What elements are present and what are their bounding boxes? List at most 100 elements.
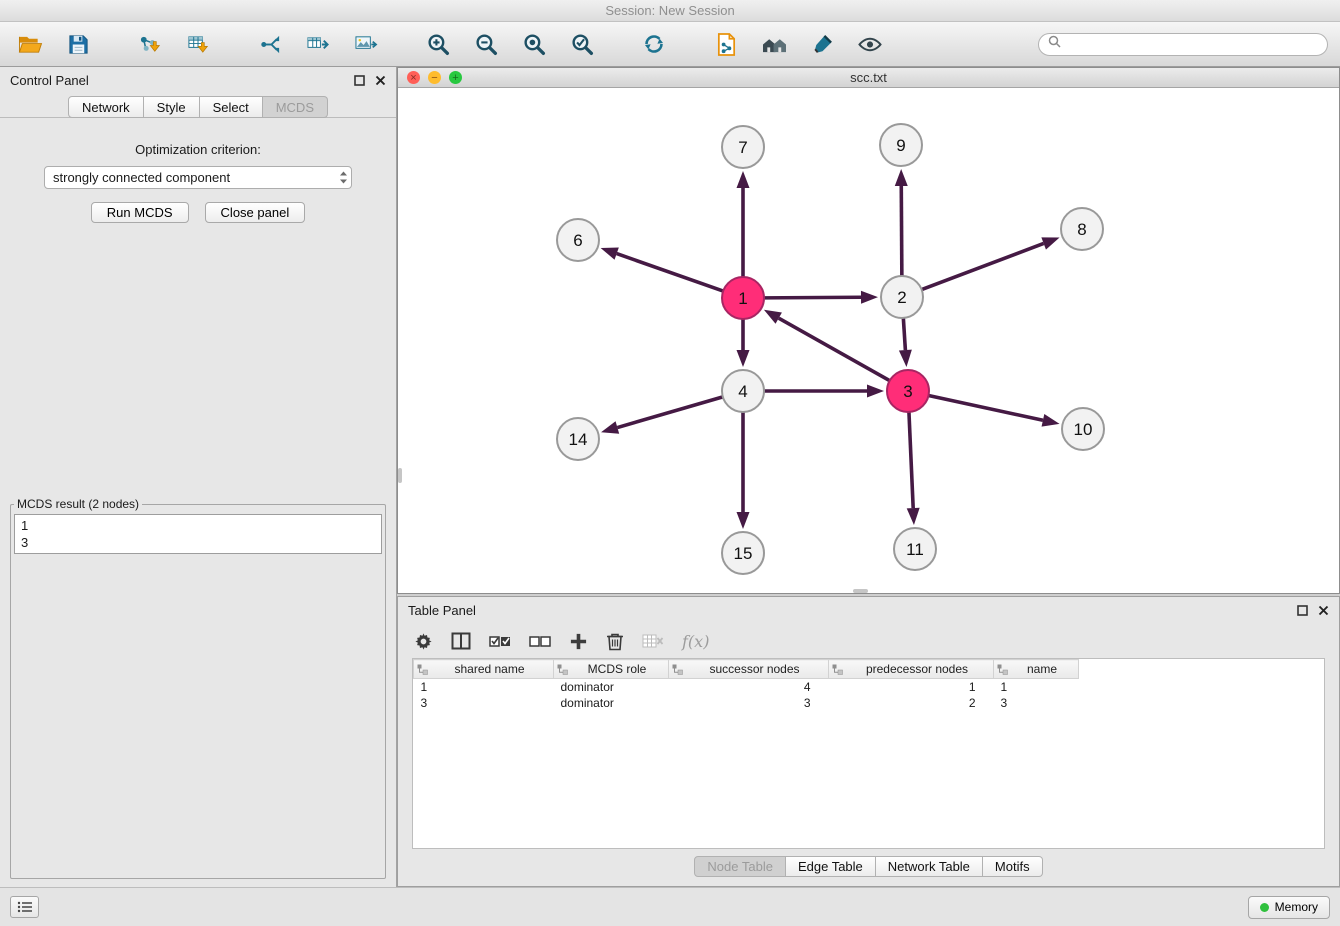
tab-mcds[interactable]: MCDS <box>263 96 328 118</box>
tab-network[interactable]: Network <box>68 96 144 118</box>
column-header-mcds-role[interactable]: MCDS role <box>554 660 669 679</box>
panel-menu-button[interactable] <box>10 896 39 918</box>
graph-node-label: 8 <box>1077 220 1086 239</box>
mcds-result-item[interactable]: 1 <box>21 517 375 534</box>
memory-status-dot <box>1260 903 1269 912</box>
graph-edge[interactable] <box>764 385 884 398</box>
tab-network-table[interactable]: Network Table <box>876 856 983 877</box>
close-window-icon[interactable]: × <box>407 71 420 84</box>
graph-node[interactable]: 10 <box>1062 408 1104 450</box>
table-cell[interactable]: 4 <box>669 679 829 695</box>
table-body: 1dominator4113dominator323 <box>414 679 1079 711</box>
column-header-predecessor-nodes[interactable]: predecessor nodes <box>829 660 994 679</box>
table-cell[interactable]: dominator <box>554 679 669 695</box>
network-from-selection-icon[interactable] <box>252 27 288 61</box>
tab-style[interactable]: Style <box>144 96 200 118</box>
table-cell[interactable]: 1 <box>829 679 994 695</box>
network-canvas[interactable]: 7 9 6 8 1 2 4 3 14 10 15 11 <box>398 88 1339 593</box>
close-panel-icon[interactable] <box>375 75 386 86</box>
graph-edge[interactable] <box>899 318 912 367</box>
search-box[interactable] <box>1038 33 1328 56</box>
float-table-panel-icon[interactable] <box>1297 605 1308 616</box>
add-row-icon[interactable] <box>569 632 588 651</box>
graph-node[interactable]: 9 <box>880 124 922 166</box>
close-table-panel-icon[interactable] <box>1318 605 1329 616</box>
panel-spacer <box>8 223 388 497</box>
show-hide-icon[interactable] <box>852 27 888 61</box>
graph-node-label: 1 <box>738 289 747 308</box>
graph-node[interactable]: 2 <box>881 276 923 318</box>
graph-node[interactable]: 7 <box>722 126 764 168</box>
first-neighbors-icon[interactable] <box>756 27 792 61</box>
function-icon[interactable]: f(x) <box>682 632 709 651</box>
clipboard-network-icon[interactable] <box>708 27 744 61</box>
tab-node-table[interactable]: Node Table <box>694 856 786 877</box>
mcds-buttons: Run MCDS Close panel <box>8 202 388 223</box>
zoom-fit-icon[interactable] <box>516 27 552 61</box>
graph-node[interactable]: 3 <box>887 370 929 412</box>
graph-edge[interactable] <box>929 395 1060 426</box>
tab-motifs[interactable]: Motifs <box>983 856 1043 877</box>
table-row[interactable]: 1dominator411 <box>414 679 1079 695</box>
column-label: name <box>1027 662 1057 676</box>
graph-edge[interactable] <box>895 169 908 276</box>
zoom-in-icon[interactable] <box>420 27 456 61</box>
select-none-icon[interactable] <box>529 633 551 649</box>
graph-edge[interactable] <box>601 247 724 291</box>
graph-node[interactable]: 11 <box>894 528 936 570</box>
column-header-name[interactable]: name <box>994 660 1079 679</box>
import-table-icon[interactable] <box>180 27 216 61</box>
table-cell[interactable]: 3 <box>994 695 1079 711</box>
horizontal-scrollbar-thumb[interactable] <box>853 589 868 593</box>
import-network-icon[interactable] <box>132 27 168 61</box>
export-image-icon[interactable] <box>348 27 384 61</box>
graph-node[interactable]: 4 <box>722 370 764 412</box>
table-cell[interactable]: 3 <box>414 695 554 711</box>
column-header-shared-name[interactable]: shared name <box>414 660 554 679</box>
split-column-icon[interactable] <box>451 632 471 650</box>
tab-edge-table[interactable]: Edge Table <box>786 856 876 877</box>
table-row[interactable]: 3dominator323 <box>414 695 1079 711</box>
graph-edge[interactable] <box>764 291 878 304</box>
graph-node[interactable]: 1 <box>722 277 764 319</box>
table-cell[interactable]: 2 <box>829 695 994 711</box>
toolbar-separator <box>108 29 120 59</box>
run-mcds-button[interactable]: Run MCDS <box>91 202 189 223</box>
search-input[interactable] <box>1066 37 1318 52</box>
table-cell[interactable]: dominator <box>554 695 669 711</box>
zoom-out-icon[interactable] <box>468 27 504 61</box>
delete-icon[interactable] <box>606 631 624 651</box>
zoom-window-icon[interactable]: + <box>449 71 462 84</box>
graph-edge[interactable] <box>601 397 723 434</box>
tab-select[interactable]: Select <box>200 96 263 118</box>
mcds-result-item[interactable]: 3 <box>21 534 375 551</box>
minimize-window-icon[interactable]: − <box>428 71 441 84</box>
vertical-scrollbar-thumb[interactable] <box>398 468 402 483</box>
gear-icon[interactable] <box>414 632 433 651</box>
column-header-successor-nodes[interactable]: successor nodes <box>669 660 829 679</box>
style-brush-icon[interactable] <box>804 27 840 61</box>
graph-node[interactable]: 14 <box>557 418 599 460</box>
graph-edge[interactable] <box>737 319 750 367</box>
graph-node[interactable]: 8 <box>1061 208 1103 250</box>
save-session-icon[interactable] <box>60 27 96 61</box>
optimization-criterion-dropdown[interactable]: strongly connected component <box>44 166 352 189</box>
graph-edge[interactable] <box>764 310 890 381</box>
table-cell[interactable]: 1 <box>414 679 554 695</box>
graph-node[interactable]: 15 <box>722 532 764 574</box>
graph-edge[interactable] <box>907 412 920 525</box>
table-cell[interactable]: 3 <box>669 695 829 711</box>
open-file-icon[interactable] <box>12 27 48 61</box>
graph-node[interactable]: 6 <box>557 219 599 261</box>
network-from-table-icon[interactable] <box>300 27 336 61</box>
graph-edge[interactable] <box>737 171 750 277</box>
table-cell[interactable]: 1 <box>994 679 1079 695</box>
memory-button[interactable]: Memory <box>1248 896 1330 919</box>
zoom-selected-icon[interactable] <box>564 27 600 61</box>
select-all-icon[interactable] <box>489 633 511 649</box>
float-panel-icon[interactable] <box>354 75 365 86</box>
graph-edge[interactable] <box>922 237 1060 289</box>
close-panel-button[interactable]: Close panel <box>205 202 306 223</box>
refresh-layout-icon[interactable] <box>636 27 672 61</box>
graph-edge[interactable] <box>737 412 750 529</box>
